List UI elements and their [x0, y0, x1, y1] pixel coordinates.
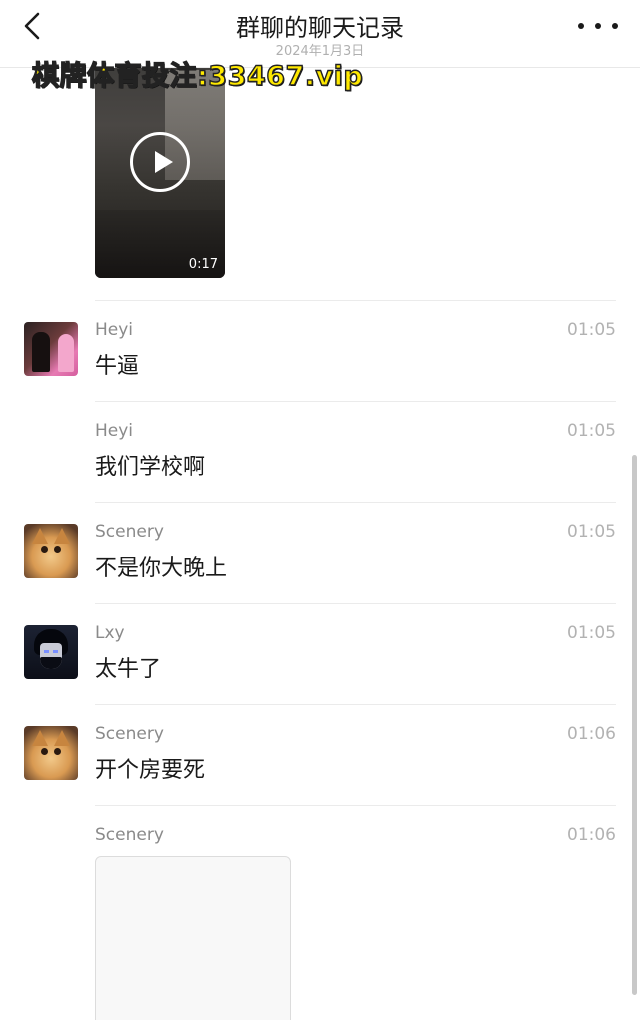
message-text: 牛逼 [95, 354, 140, 379]
message-text: 我们学校啊 [95, 455, 206, 480]
message-item[interactable]: Scenery 01:06 开个房要死 [0, 704, 640, 805]
avatar-heyi[interactable] [24, 322, 78, 376]
page-title: 群聊的聊天记录 [236, 14, 404, 42]
overlay-watermark: 棋牌体育投注:33467.vip [31, 60, 364, 92]
avatar-lxy[interactable] [24, 625, 78, 679]
more-dots-icon [578, 23, 584, 29]
message-time: 01:06 [567, 825, 616, 845]
video-duration: 0:17 [188, 257, 218, 272]
message-time: 01:05 [567, 522, 616, 542]
sender-name: Heyi [95, 320, 134, 340]
message-text: 太牛了 [95, 657, 162, 682]
message-text: 不是你大晚上 [95, 556, 228, 581]
message-time: 01:05 [567, 623, 616, 643]
sender-name: Scenery [95, 825, 164, 845]
message-time: 01:05 [567, 421, 616, 441]
message-time: 01:05 [567, 320, 616, 340]
more-options-button[interactable] [578, 16, 618, 36]
message-item[interactable]: Scenery 01:05 不是你大晚上 [0, 502, 640, 603]
sender-name: Scenery [95, 522, 164, 542]
avatar-scenery[interactable] [24, 726, 78, 780]
message-time: 01:06 [567, 724, 616, 744]
message-item[interactable]: Heyi 01:05 我们学校啊 [0, 401, 640, 502]
avatar-scenery[interactable] [24, 524, 78, 578]
sender-name: Lxy [95, 623, 125, 643]
message-text: 开个房要死 [95, 758, 206, 783]
image-message-placeholder[interactable] [95, 856, 291, 1020]
scrollbar[interactable] [632, 455, 637, 995]
sender-name: Heyi [95, 421, 134, 441]
message-item[interactable]: Heyi 01:05 牛逼 [0, 300, 640, 401]
message-item[interactable]: Lxy 01:05 太牛了 [0, 603, 640, 704]
play-icon[interactable] [130, 132, 190, 192]
sender-name: Scenery [95, 724, 164, 744]
